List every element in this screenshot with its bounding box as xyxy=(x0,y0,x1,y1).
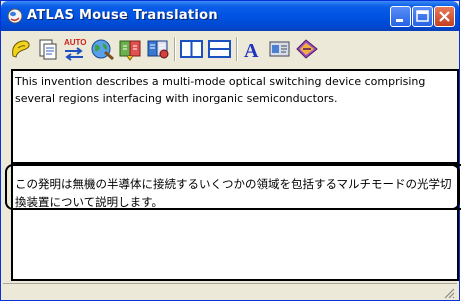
close-icon xyxy=(439,11,450,22)
globe-button[interactable] xyxy=(89,36,114,62)
source-text: This invention describes a multi-mode op… xyxy=(15,75,426,105)
translation-text-pane[interactable]: この発明は無機の半導体に接続するいくつかの領域を包括するマルチモードの光学切換装… xyxy=(11,164,459,281)
toolbar: AUTO A xyxy=(5,33,457,67)
document-icon xyxy=(39,39,57,60)
split-vertical-icon xyxy=(180,40,203,58)
maximize-button[interactable] xyxy=(412,6,433,27)
dictionary-icon xyxy=(119,40,141,61)
status-bar xyxy=(3,283,457,300)
auto-swap-button[interactable]: AUTO xyxy=(61,36,87,62)
svg-text:A: A xyxy=(244,40,259,62)
split-vertical-button[interactable] xyxy=(179,36,203,62)
help-icon xyxy=(296,39,318,59)
document-button[interactable] xyxy=(35,36,59,62)
source-text-pane[interactable]: This invention describes a multi-mode op… xyxy=(11,69,459,164)
lookup-button[interactable] xyxy=(9,36,33,62)
toolbar-separator xyxy=(174,37,176,61)
split-horizontal-icon xyxy=(208,40,231,58)
app-icon xyxy=(7,8,23,24)
minimize-icon xyxy=(396,19,403,22)
dictionary-button[interactable] xyxy=(117,36,141,62)
title-bar[interactable]: ATLAS Mouse Translation xyxy=(1,1,459,31)
resize-grip-icon[interactable] xyxy=(443,287,455,299)
auto-swap-icon: AUTO xyxy=(64,38,87,61)
app-window: ATLAS Mouse Translation AUTO A This inve… xyxy=(0,0,461,301)
help-button[interactable] xyxy=(294,36,318,62)
split-horizontal-button[interactable] xyxy=(207,36,231,62)
translation-text: この発明は無機の半導体に接続するいくつかの領域を包括するマルチモードの光学切換装… xyxy=(15,177,452,209)
maximize-icon xyxy=(416,10,429,22)
font-button[interactable]: A xyxy=(241,36,265,62)
window-title: ATLAS Mouse Translation xyxy=(27,8,218,23)
options-icon xyxy=(269,41,290,57)
close-button[interactable] xyxy=(434,6,455,27)
globe-icon xyxy=(91,39,114,61)
svg-text:AUTO: AUTO xyxy=(64,38,87,47)
user-dictionary-icon xyxy=(147,40,169,59)
font-icon: A xyxy=(244,40,259,62)
user-dictionary-button[interactable] xyxy=(145,36,169,62)
options-button[interactable] xyxy=(267,36,291,62)
toolbar-separator xyxy=(236,37,238,61)
lookup-icon xyxy=(12,40,30,58)
minimize-button[interactable] xyxy=(390,6,411,27)
